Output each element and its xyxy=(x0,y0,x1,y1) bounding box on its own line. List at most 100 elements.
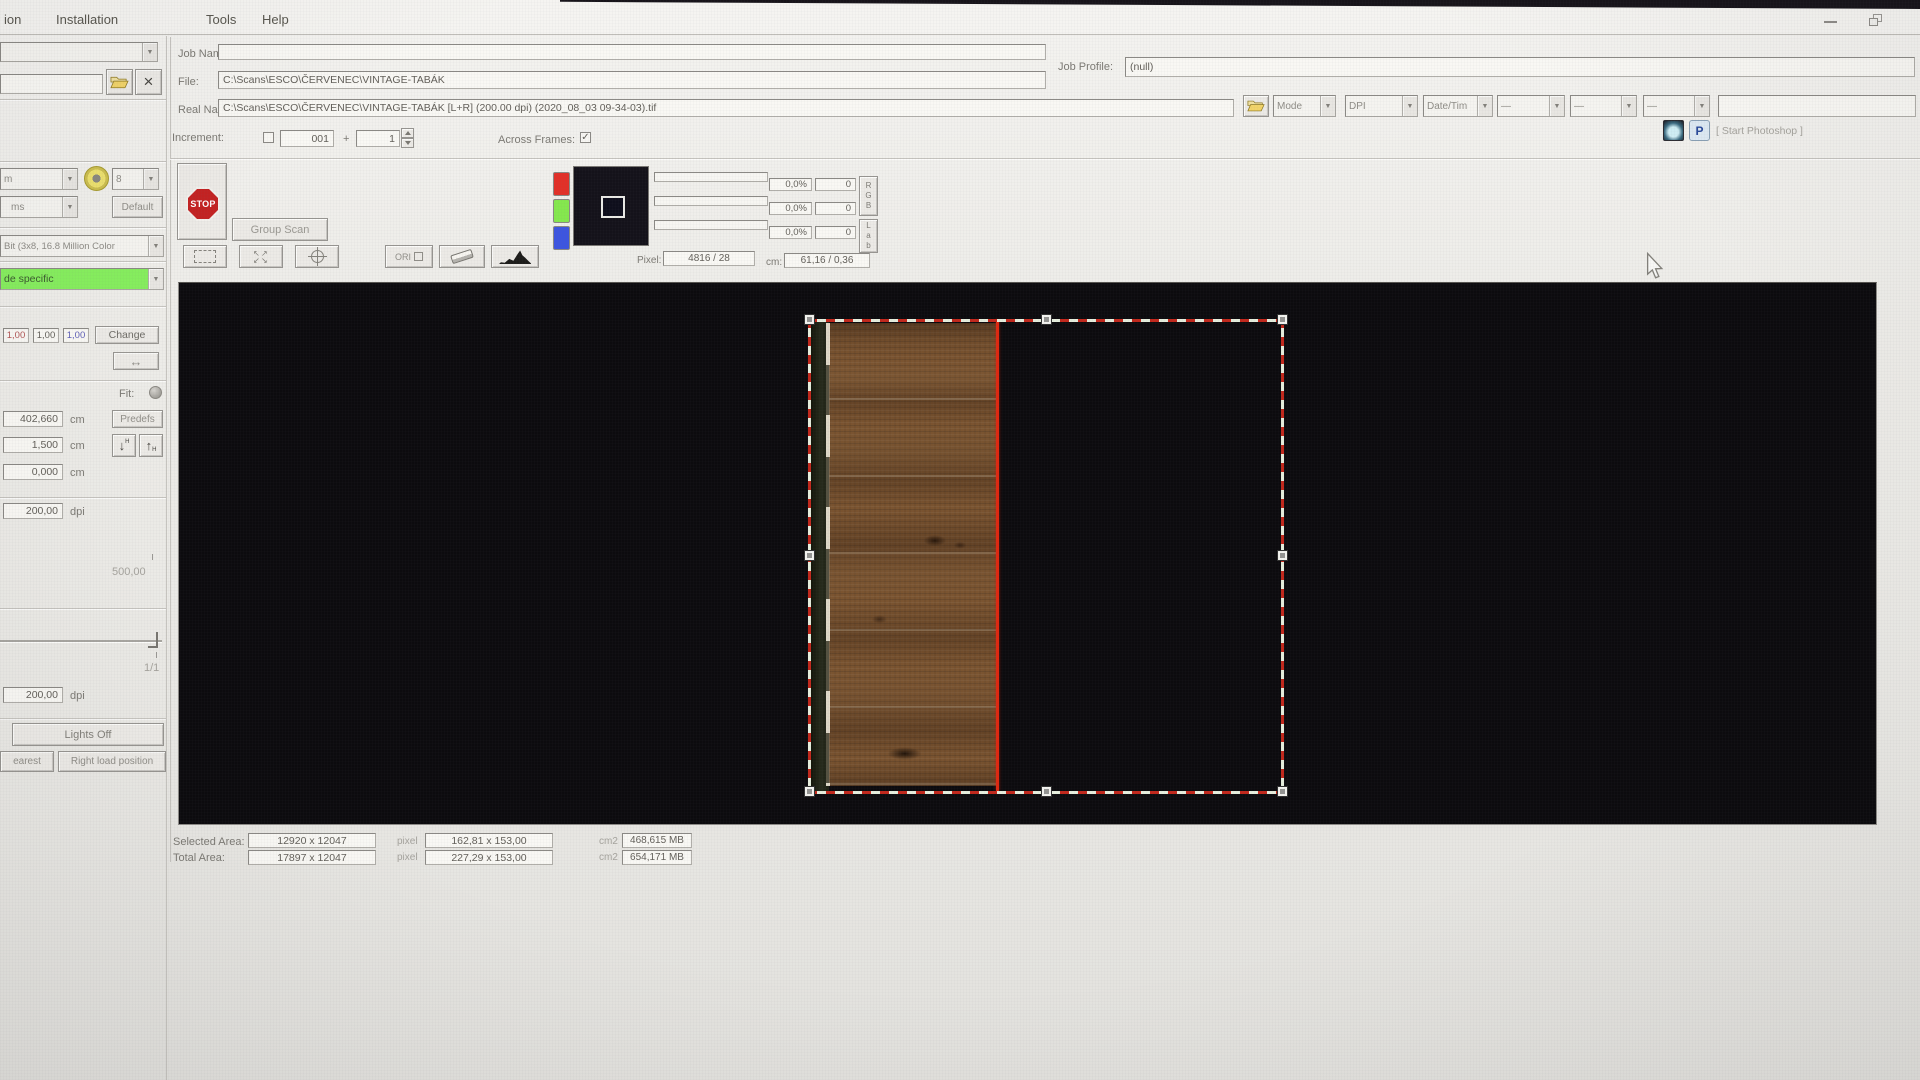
change-button[interactable]: Change xyxy=(95,326,159,344)
group-scan-button[interactable]: Group Scan xyxy=(232,218,328,241)
minimize-icon[interactable] xyxy=(1824,21,1837,23)
eraser-button[interactable] xyxy=(439,245,485,268)
chevron-down-icon[interactable]: ▼ xyxy=(1621,96,1636,116)
rgb-letter-b: B xyxy=(866,201,871,211)
nearest-button[interactable]: earest xyxy=(0,751,54,772)
sidebar-path-field[interactable] xyxy=(0,74,103,94)
chevron-down-icon[interactable]: ▼ xyxy=(62,197,77,217)
scan-canvas[interactable] xyxy=(178,282,1877,825)
value-field-g[interactable]: 0 xyxy=(815,202,856,215)
viewer-icon[interactable] xyxy=(1663,120,1684,141)
chevron-down-icon[interactable]: ▼ xyxy=(148,236,163,256)
menu-item-help[interactable]: Help xyxy=(262,12,289,27)
mode-filter-combo[interactable]: Mode ▼ xyxy=(1273,95,1336,117)
chevron-down-icon[interactable]: ▼ xyxy=(1694,96,1709,116)
frame-slider-handle[interactable] xyxy=(148,632,160,648)
marquee-handle-nw[interactable] xyxy=(804,314,815,325)
datetime-filter-combo[interactable]: Date/Tim ▼ xyxy=(1423,95,1493,117)
marquee-handle-se[interactable] xyxy=(1277,786,1288,797)
bit-depth-combo[interactable]: Bit (3x8, 16.8 Million Color ▼ xyxy=(0,235,164,257)
increment-checkbox[interactable] xyxy=(263,132,274,143)
restore-icon[interactable] xyxy=(1869,14,1883,27)
stop-button[interactable]: STOP xyxy=(177,163,227,240)
z-position-field[interactable]: 0,000 xyxy=(3,464,63,480)
zoom-extents-button[interactable]: ↖↗↙↘ xyxy=(239,245,283,268)
filter-combo-6[interactable]: — ▼ xyxy=(1643,95,1710,117)
chevron-down-icon[interactable]: ▼ xyxy=(1320,96,1335,116)
histogram-button[interactable] xyxy=(491,245,539,268)
increment-stepper[interactable] xyxy=(401,128,414,148)
dpi-field[interactable]: 200,00 xyxy=(3,503,63,519)
width-field[interactable]: 402,660 xyxy=(3,411,63,427)
scale-b-field[interactable]: 1,00 xyxy=(63,328,89,343)
lab-mode-button[interactable]: L a b xyxy=(859,219,878,253)
increment-step-input[interactable]: 1 xyxy=(356,130,400,147)
start-photoshop-label[interactable]: [ Start Photoshop ] xyxy=(1716,125,1803,137)
marquee-handle-n[interactable] xyxy=(1041,314,1052,325)
stepper-down-button[interactable] xyxy=(401,138,414,148)
marquee-handle-w[interactable] xyxy=(804,550,815,561)
real-name-input[interactable]: C:\Scans\ESCO\ČERVENEC\VINTAGE-TABÁK [L+… xyxy=(218,99,1234,117)
select-area-button[interactable] xyxy=(183,245,227,268)
percent-field-b[interactable]: 0,0% xyxy=(769,226,812,239)
lights-off-button[interactable]: Lights Off xyxy=(12,723,164,746)
height-field[interactable]: 1,500 xyxy=(3,437,63,453)
default-button[interactable]: Default xyxy=(112,196,163,218)
open-folder-button[interactable] xyxy=(106,69,133,95)
chevron-down-icon[interactable]: ▼ xyxy=(1477,96,1492,116)
chevron-down-icon[interactable]: ▼ xyxy=(1402,96,1417,116)
marquee-handle-ne[interactable] xyxy=(1277,314,1288,325)
marquee-handle-e[interactable] xyxy=(1277,550,1288,561)
percent-field-g[interactable]: 0,0% xyxy=(769,202,812,215)
file-input[interactable]: C:\Scans\ESCO\ČERVENEC\VINTAGE-TABÁK xyxy=(218,71,1046,89)
profile-folder-button[interactable] xyxy=(1243,95,1269,117)
photoshop-icon[interactable]: P xyxy=(1689,120,1710,141)
across-frames-checkbox[interactable]: ✓ xyxy=(580,132,591,143)
stepper-up-button[interactable] xyxy=(401,128,414,138)
chevron-down-icon[interactable]: ▼ xyxy=(1549,96,1564,116)
scale-g-field[interactable]: 1,00 xyxy=(33,328,59,343)
predefs-button[interactable]: Predefs xyxy=(112,410,163,428)
filter-text-field[interactable] xyxy=(1718,95,1916,117)
menu-item-ion[interactable]: ion xyxy=(4,12,21,27)
lens-combo[interactable]: m ▼ xyxy=(0,168,78,190)
job-profile-label: Job Profile: xyxy=(1058,61,1113,73)
value-field-b[interactable]: 0 xyxy=(815,226,856,239)
sidebar-top-combo[interactable]: ▼ xyxy=(0,42,158,62)
job-profile-input[interactable]: (null) xyxy=(1125,57,1915,77)
aperture-combo[interactable]: 8 ▼ xyxy=(112,168,159,190)
clear-file-button[interactable]: × xyxy=(135,69,162,95)
ori-button[interactable]: ORI xyxy=(385,245,433,268)
scale-r-field[interactable]: 1,00 xyxy=(3,328,29,343)
menu-item-installation[interactable]: Installation xyxy=(56,12,118,27)
filter-combo-5[interactable]: — ▼ xyxy=(1570,95,1637,117)
swap-direction-button[interactable]: ↔ xyxy=(113,352,159,370)
exposure-time-combo[interactable]: ms ▼ xyxy=(0,196,78,218)
increment-value-input[interactable]: 001 xyxy=(280,130,334,147)
aperture-combo-value: 8 xyxy=(113,174,143,185)
rgb-mode-button[interactable]: R G B xyxy=(859,176,878,216)
dpi2-field[interactable]: 200,00 xyxy=(3,687,63,703)
menu-item-tools[interactable]: Tools xyxy=(206,12,236,27)
dpi-filter-combo[interactable]: DPI ▼ xyxy=(1345,95,1418,117)
chevron-down-icon[interactable]: ▼ xyxy=(148,269,163,289)
scanned-wood-plank[interactable] xyxy=(829,323,997,786)
sidebar-divider xyxy=(0,161,166,162)
move-up-home-button[interactable]: ↑H xyxy=(139,434,163,457)
chevron-down-icon[interactable]: ▼ xyxy=(62,169,77,189)
percent-field-r[interactable]: 0,0% xyxy=(769,178,812,191)
marquee-handle-s[interactable] xyxy=(1041,786,1052,797)
chevron-down-icon[interactable]: ▼ xyxy=(142,43,157,61)
home-superscript: H xyxy=(125,439,129,445)
move-down-home-button[interactable]: ↓H xyxy=(112,434,136,457)
marquee-handle-sw[interactable] xyxy=(804,786,815,797)
arrow-se: ↘ xyxy=(261,257,269,264)
frame-slider-track[interactable] xyxy=(0,640,162,642)
value-field-r[interactable]: 0 xyxy=(815,178,856,191)
filter-combo-4[interactable]: — ▼ xyxy=(1497,95,1565,117)
job-name-input[interactable] xyxy=(218,44,1046,60)
chevron-down-icon[interactable]: ▼ xyxy=(143,169,158,189)
mode-specific-combo[interactable]: de specific ▼ xyxy=(0,268,164,290)
center-target-button[interactable] xyxy=(295,245,339,268)
right-load-position-button[interactable]: Right load position xyxy=(58,751,166,772)
